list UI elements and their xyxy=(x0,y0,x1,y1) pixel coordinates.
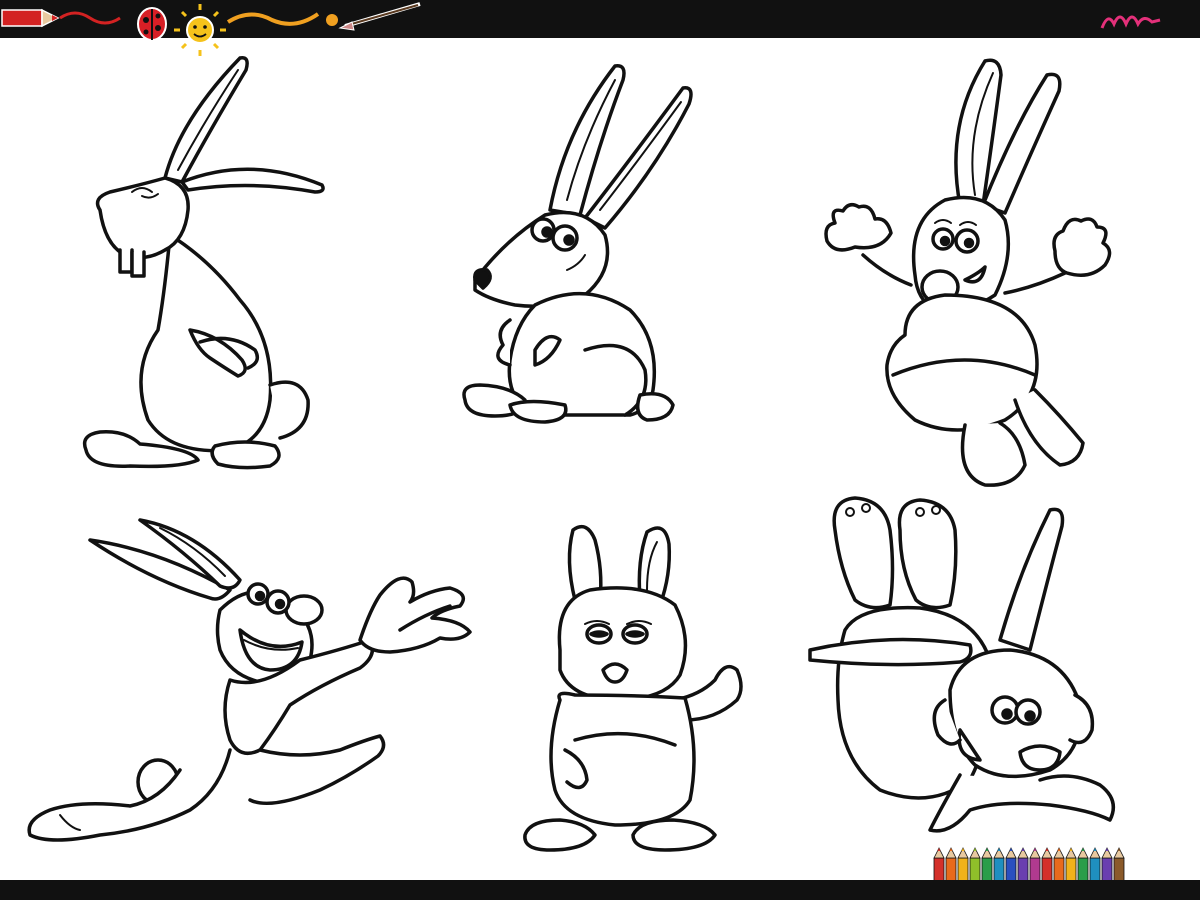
pencil xyxy=(1065,847,1077,885)
pencil xyxy=(933,847,945,885)
pencil xyxy=(1101,847,1113,885)
coloring-page xyxy=(0,0,1200,900)
paintbrush-icon xyxy=(326,2,421,31)
bunny-standing-waving xyxy=(523,524,743,852)
pencil xyxy=(993,847,1005,885)
bunny-jumping-arms-up xyxy=(824,58,1112,487)
crayon-icon xyxy=(1,8,60,28)
scribble-icon xyxy=(1100,15,1161,29)
bunny-sitting-profile xyxy=(462,64,693,424)
pencil xyxy=(1053,847,1065,885)
pencil xyxy=(1113,847,1125,885)
pencil xyxy=(945,847,957,885)
pencil xyxy=(1029,847,1041,885)
bunny-standing-buck-teeth xyxy=(82,56,325,470)
pencil xyxy=(1005,847,1017,885)
pencil xyxy=(969,847,981,885)
bunny-upside-down-screaming xyxy=(808,496,1116,833)
pencil xyxy=(1077,847,1089,885)
pencil xyxy=(957,847,969,885)
bottom-border-bar xyxy=(0,880,1200,900)
bunny-running-grinning xyxy=(27,518,472,842)
pencil xyxy=(981,847,993,885)
pencil xyxy=(1017,847,1029,885)
ladybug-icon xyxy=(137,7,167,49)
pencil xyxy=(1041,847,1053,885)
sun-icon xyxy=(174,4,226,56)
pencil xyxy=(1089,847,1101,885)
